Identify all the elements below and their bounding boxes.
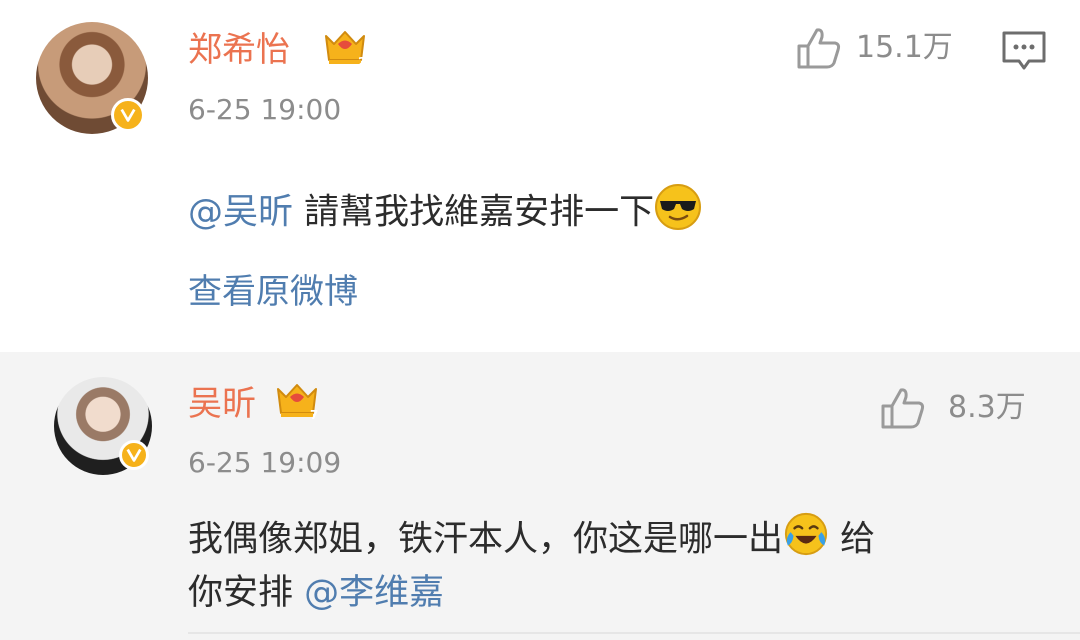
like-count: 8.3万 xyxy=(948,390,1026,425)
laughing-crying-emoji-icon xyxy=(783,511,829,570)
username[interactable]: 吴昕 xyxy=(188,387,256,421)
comment-body: 請幫我找維嘉安排一下 xyxy=(293,192,655,233)
username[interactable]: 郑希怡 xyxy=(188,33,290,67)
comment-icon[interactable] xyxy=(1001,30,1047,72)
verified-badge-icon xyxy=(119,440,149,470)
reply-line-2: 你安排 @李维嘉 xyxy=(188,570,1048,617)
crown-level-icon: 7 xyxy=(274,379,320,425)
like-count: 15.1万 xyxy=(856,30,953,65)
like-button[interactable] xyxy=(796,26,842,74)
like-button[interactable] xyxy=(880,386,926,434)
sunglasses-emoji-icon xyxy=(654,183,702,244)
timestamp: 6-25 19:09 xyxy=(188,446,342,479)
crown-level-icon: 2 xyxy=(322,26,368,72)
mention-link[interactable]: @吴昕 xyxy=(188,193,293,233)
mention-link[interactable]: @李维嘉 xyxy=(304,573,444,613)
crown-level-number: 7 xyxy=(310,408,318,421)
reply-text: 我偶像郑姐，铁汗本人，你这是哪一出 给 你安排 @李维嘉 xyxy=(188,511,1048,618)
thumbs-up-icon xyxy=(797,28,841,69)
reply-body-tail: 给 xyxy=(829,519,876,560)
reply-body: 我偶像郑姐，铁汗本人，你这是哪一出 xyxy=(188,519,784,560)
view-original-post-link[interactable]: 查看原微博 xyxy=(188,275,358,309)
reply-line-1: 我偶像郑姐，铁汗本人，你这是哪一出 给 xyxy=(188,511,1048,570)
reply-body-2: 你安排 xyxy=(188,573,305,614)
timestamp: 6-25 19:00 xyxy=(188,93,342,126)
divider xyxy=(188,632,1080,634)
verified-badge-icon xyxy=(111,98,145,132)
crown-level-number: 2 xyxy=(358,55,366,68)
thumbs-up-icon xyxy=(881,388,925,429)
comment-text: @吴昕 請幫我找維嘉安排一下 xyxy=(188,183,1048,244)
